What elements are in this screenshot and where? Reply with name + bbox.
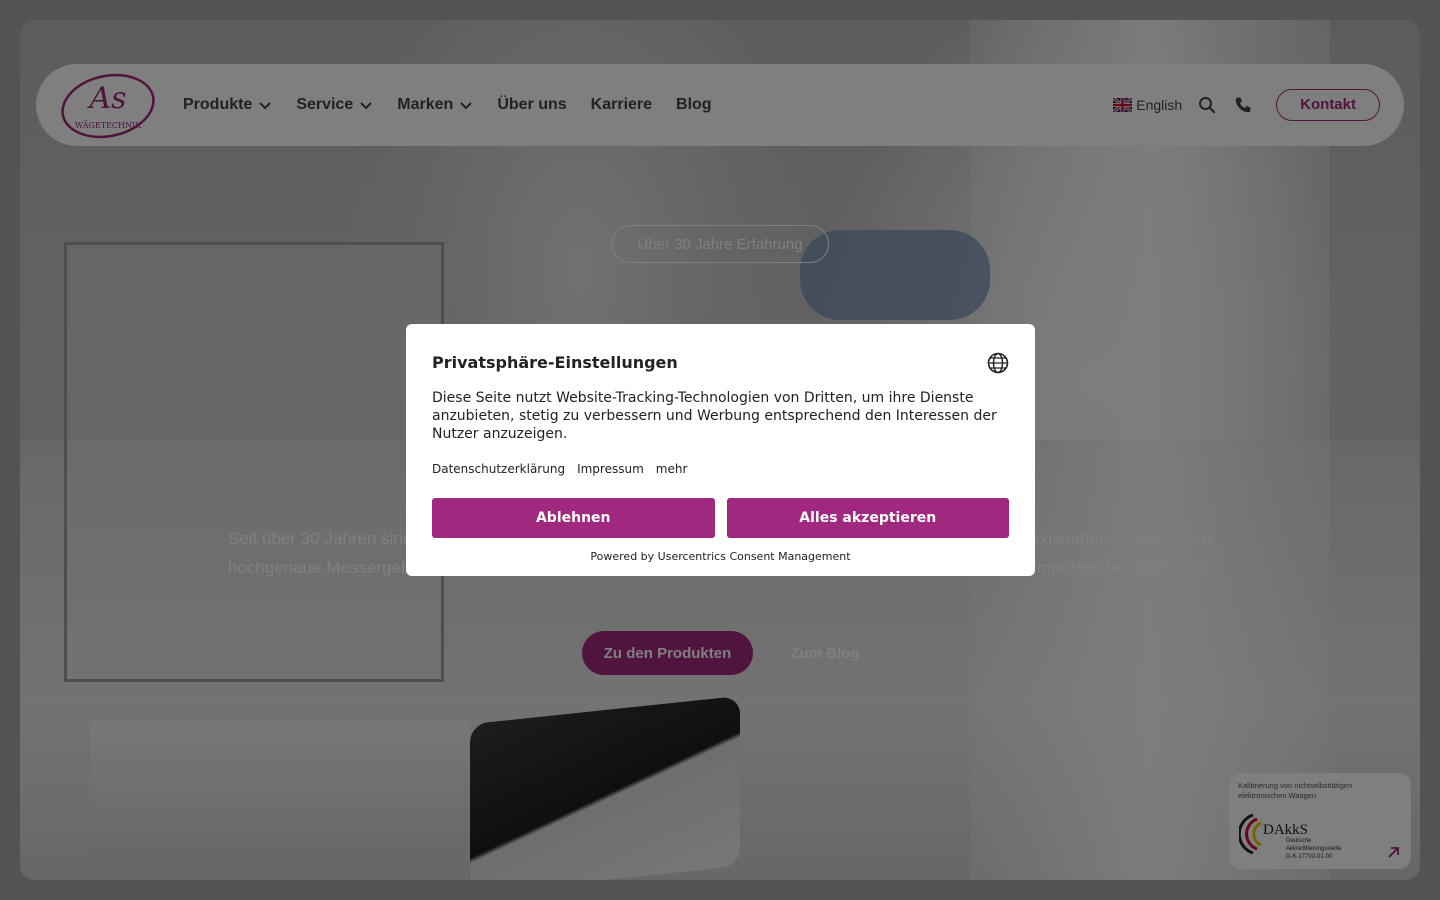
accept-all-button[interactable]: Alles akzeptieren	[726, 498, 1009, 538]
consent-links: Datenschutzerklärung Impressum mehr	[432, 462, 1009, 476]
more-link[interactable]: mehr	[656, 462, 688, 476]
consent-buttons: Ablehnen Alles akzeptieren	[432, 498, 1009, 538]
powered-by-text: Powered by Usercentrics Consent Manageme…	[590, 550, 851, 563]
consent-title: Privatsphäre-Einstellungen	[432, 353, 678, 372]
decline-button[interactable]: Ablehnen	[432, 498, 715, 538]
globe-icon[interactable]	[987, 352, 1009, 374]
consent-text: Diese Seite nutzt Website-Tracking-Techn…	[432, 390, 997, 442]
imprint-link[interactable]: Impressum	[577, 462, 644, 476]
privacy-policy-link[interactable]: Datenschutzerklärung	[432, 462, 565, 476]
consent-dialog: Privatsphäre-Einstellungen Diese Seite n…	[406, 324, 1035, 576]
